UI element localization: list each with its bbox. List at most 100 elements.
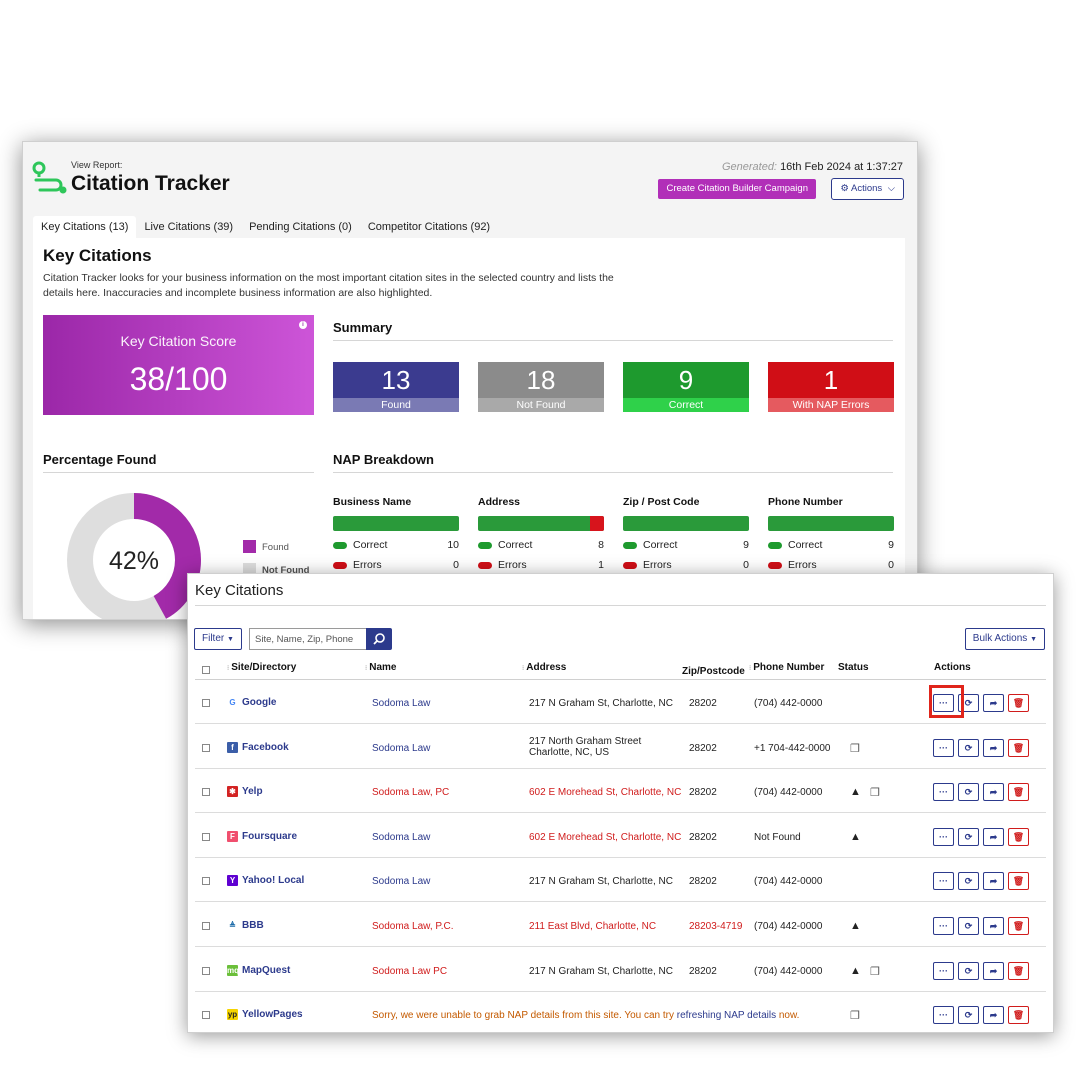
row-checkbox[interactable] bbox=[202, 877, 210, 886]
warning-icon[interactable]: ▲ bbox=[850, 831, 861, 843]
delete-button[interactable]: 🗑 bbox=[1008, 694, 1029, 712]
key-citation-score-card: i Key Citation Score 38/100 bbox=[43, 315, 314, 415]
duplicate-icon[interactable]: ❐ bbox=[870, 786, 880, 799]
duplicate-icon[interactable]: ❐ bbox=[850, 742, 860, 755]
site-link[interactable]: f Facebook bbox=[227, 741, 289, 753]
refresh-button[interactable]: ⟳ bbox=[958, 1006, 979, 1025]
summary-not-found-value: 18 bbox=[526, 365, 556, 395]
more-options-button[interactable]: ··· bbox=[933, 827, 954, 846]
row-checkbox[interactable] bbox=[202, 743, 210, 752]
more-options-button[interactable]: ··· bbox=[933, 738, 954, 757]
column-header-phone[interactable]: ⁝ Phone Number bbox=[749, 662, 824, 673]
nap-progress-bar bbox=[623, 516, 749, 531]
refresh-button[interactable]: ⟳ bbox=[958, 783, 979, 802]
column-header-zip[interactable]: Zip/Postcode bbox=[682, 666, 745, 677]
more-options-button[interactable]: ··· bbox=[933, 783, 954, 802]
row-checkbox[interactable] bbox=[202, 922, 210, 930]
nap-breakdown-title: NAP Breakdown bbox=[333, 452, 434, 467]
row-checkbox[interactable] bbox=[202, 832, 210, 841]
column-header-label: Address bbox=[526, 662, 567, 673]
tab-pending-citations[interactable]: Pending Citations (0) bbox=[241, 216, 360, 238]
facebook-icon: f bbox=[227, 741, 238, 753]
share-button[interactable]: ➦ bbox=[983, 961, 1004, 980]
more-options-button[interactable]: ··· bbox=[933, 872, 954, 891]
delete-button[interactable]: 🗑 bbox=[1008, 872, 1029, 891]
delete-button[interactable]: 🗑 bbox=[1008, 917, 1029, 935]
info-icon[interactable]: i bbox=[299, 321, 307, 329]
more-options-button[interactable]: ··· bbox=[933, 917, 954, 935]
search-input[interactable] bbox=[249, 628, 366, 650]
share-button[interactable]: ➦ bbox=[983, 917, 1004, 935]
business-name-cell: Sodoma Law PC bbox=[372, 965, 448, 977]
bulk-actions-dropdown-button[interactable]: Bulk Actions ▼ bbox=[964, 628, 1045, 650]
duplicate-icon[interactable]: ❐ bbox=[870, 965, 880, 978]
duplicate-icon[interactable]: ❐ bbox=[850, 1009, 860, 1022]
column-header-label: Status bbox=[838, 662, 869, 673]
sort-icon: ⁝ bbox=[227, 665, 230, 672]
refresh-icon: ⟳ bbox=[964, 876, 973, 887]
create-citation-builder-campaign-button[interactable]: Create Citation Builder Campaign bbox=[658, 179, 816, 199]
share-button[interactable]: ➦ bbox=[983, 1006, 1004, 1025]
refresh-button[interactable]: ⟳ bbox=[958, 917, 979, 935]
delete-button[interactable]: 🗑 bbox=[1008, 961, 1029, 980]
column-header-address[interactable]: ⁝ Address bbox=[522, 662, 566, 673]
site-link[interactable]: G Google bbox=[227, 697, 276, 708]
correct-pill bbox=[333, 541, 347, 549]
chevron-down-icon: ⌵ bbox=[887, 183, 895, 194]
site-link[interactable]: F Foursquare bbox=[227, 830, 298, 842]
filter-dropdown-button[interactable]: Filter ▼ bbox=[194, 628, 242, 650]
row-checkbox[interactable] bbox=[202, 788, 210, 797]
share-button[interactable]: ➦ bbox=[983, 738, 1004, 757]
tab-live-citations[interactable]: Live Citations (39) bbox=[136, 216, 241, 238]
share-button[interactable]: ➦ bbox=[983, 783, 1004, 802]
row-checkbox[interactable] bbox=[202, 966, 210, 975]
delete-button[interactable]: 🗑 bbox=[1008, 783, 1029, 802]
table-window-divider bbox=[195, 605, 1046, 606]
refresh-button[interactable]: ⟳ bbox=[958, 872, 979, 891]
share-button[interactable]: ➦ bbox=[983, 694, 1004, 712]
site-link[interactable]: Y Yahoo! Local bbox=[227, 875, 304, 887]
delete-button[interactable]: 🗑 bbox=[1008, 738, 1029, 757]
ellipsis-icon: ··· bbox=[939, 965, 948, 976]
site-link[interactable]: yp YellowPages bbox=[227, 1009, 303, 1021]
tab-competitor-citations[interactable]: Competitor Citations (92) bbox=[360, 216, 498, 238]
row-checkbox[interactable] bbox=[202, 1011, 210, 1020]
yellowpages-icon: yp bbox=[227, 1009, 238, 1021]
actions-dropdown-button[interactable]: ⚙ Actions ⌵ bbox=[831, 178, 904, 200]
percentage-found-title: Percentage Found bbox=[43, 452, 157, 467]
column-header-site[interactable]: ⁝ Site/Directory bbox=[227, 662, 296, 673]
refresh-button[interactable]: ⟳ bbox=[958, 827, 979, 846]
google-icon: G bbox=[229, 698, 236, 707]
site-name: Foursquare bbox=[242, 830, 298, 842]
warning-icon[interactable]: ▲ bbox=[850, 786, 861, 798]
yahoo-icon: Y bbox=[227, 875, 238, 887]
ellipsis-icon: ··· bbox=[939, 787, 948, 798]
warning-icon[interactable]: ▲ bbox=[850, 920, 861, 932]
share-button[interactable]: ➦ bbox=[983, 872, 1004, 891]
warning-icon[interactable]: ▲ bbox=[850, 965, 861, 977]
nap-correct-row: Correct 9 bbox=[623, 539, 749, 551]
delete-button[interactable]: 🗑 bbox=[1008, 1006, 1029, 1025]
refresh-nap-details-link[interactable]: refreshing NAP details bbox=[677, 1010, 776, 1021]
site-link[interactable]: ≜ BBB bbox=[227, 920, 264, 931]
refresh-button[interactable]: ⟳ bbox=[958, 961, 979, 980]
errors-label: Errors bbox=[498, 559, 527, 571]
refresh-button[interactable]: ⟳ bbox=[958, 738, 979, 757]
column-header-label: Actions bbox=[934, 662, 971, 673]
select-all-checkbox[interactable] bbox=[202, 666, 210, 674]
table-row: yp YellowPages Sorry, we were unable to … bbox=[195, 992, 1046, 1032]
tab-key-citations[interactable]: Key Citations (13) bbox=[33, 216, 137, 238]
share-button[interactable]: ➦ bbox=[983, 827, 1004, 846]
trash-icon: 🗑 bbox=[1012, 787, 1025, 798]
site-link[interactable]: ✱ Yelp bbox=[227, 786, 263, 798]
phone-cell: (704) 442-0000 bbox=[754, 921, 823, 932]
errors-count: 0 bbox=[743, 559, 749, 571]
column-header-name[interactable]: ⁝ Name bbox=[365, 662, 396, 673]
site-link[interactable]: mq MapQuest bbox=[227, 964, 290, 976]
address-cell: 217 N Graham St, Charlotte, NC bbox=[529, 876, 673, 888]
row-checkbox[interactable] bbox=[202, 699, 210, 707]
search-button[interactable] bbox=[366, 628, 392, 650]
more-options-button[interactable]: ··· bbox=[933, 961, 954, 980]
delete-button[interactable]: 🗑 bbox=[1008, 827, 1029, 846]
more-options-button[interactable]: ··· bbox=[933, 1006, 954, 1025]
